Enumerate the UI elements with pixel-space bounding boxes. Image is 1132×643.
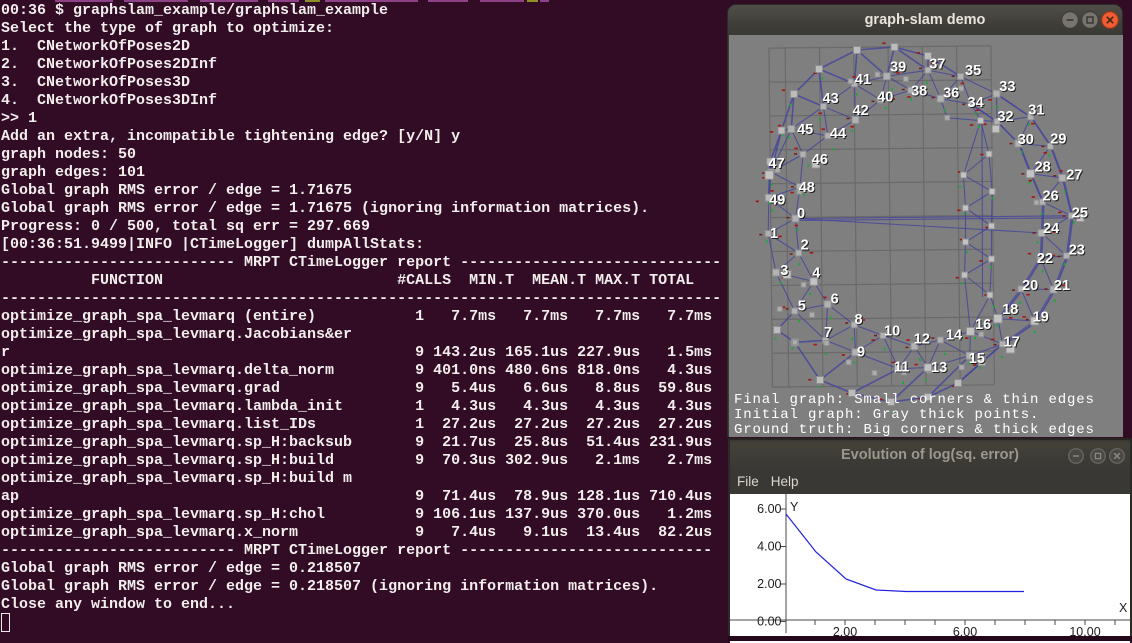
svg-text:Final graph: Small corners & t: Final graph: Small corners & thin edges (734, 392, 1095, 408)
svg-text:12: 12 (914, 331, 930, 347)
svg-text:Initial graph: Gray thick poin: Initial graph: Gray thick points. (734, 407, 1039, 423)
svg-text:5: 5 (798, 299, 806, 315)
svg-text:45: 45 (797, 122, 813, 138)
svg-text:6: 6 (831, 291, 839, 307)
svg-text:29: 29 (1050, 132, 1066, 148)
svg-text:Y: Y (790, 500, 799, 514)
svg-text:27: 27 (1066, 167, 1082, 183)
svg-text:35: 35 (965, 63, 981, 79)
svg-text:17: 17 (1004, 334, 1020, 350)
svg-text:9: 9 (857, 345, 865, 361)
svg-text:13: 13 (931, 360, 947, 376)
svg-text:6.00: 6.00 (757, 502, 781, 516)
svg-text:37: 37 (929, 57, 945, 73)
svg-text:10: 10 (884, 323, 900, 339)
svg-text:3: 3 (780, 263, 788, 279)
svg-text:Ground truth: Big corners & th: Ground truth: Big corners & thick edges (734, 422, 1095, 437)
svg-text:24: 24 (1043, 221, 1059, 237)
svg-text:1: 1 (770, 226, 778, 242)
svg-text:42: 42 (853, 103, 869, 119)
svg-text:14: 14 (946, 328, 962, 344)
svg-text:4.00: 4.00 (757, 540, 781, 554)
svg-text:20: 20 (1022, 278, 1038, 294)
svg-text:26: 26 (1043, 189, 1059, 205)
svg-text:2.00: 2.00 (757, 577, 781, 591)
svg-text:2: 2 (801, 237, 809, 253)
svg-text:18: 18 (1002, 302, 1018, 318)
svg-text:16: 16 (975, 317, 991, 333)
svg-text:11: 11 (894, 359, 909, 375)
svg-text:40: 40 (877, 90, 893, 106)
svg-text:49: 49 (769, 192, 785, 208)
svg-text:36: 36 (943, 85, 959, 101)
svg-text:15: 15 (969, 351, 985, 367)
svg-text:39: 39 (890, 60, 906, 76)
svg-text:8: 8 (855, 312, 863, 328)
svg-text:33: 33 (999, 79, 1015, 95)
svg-text:47: 47 (768, 156, 784, 172)
svg-text:48: 48 (799, 180, 815, 196)
svg-text:22: 22 (1037, 251, 1053, 267)
svg-text:21: 21 (1054, 278, 1070, 294)
svg-text:28: 28 (1035, 160, 1051, 176)
svg-text:0.00: 0.00 (757, 615, 781, 629)
svg-text:31: 31 (1028, 103, 1044, 119)
svg-text:X: X (1119, 601, 1128, 615)
svg-text:4: 4 (812, 266, 820, 282)
svg-text:32: 32 (997, 109, 1013, 125)
svg-text:44: 44 (830, 126, 846, 142)
svg-text:43: 43 (823, 91, 839, 107)
svg-text:25: 25 (1072, 206, 1088, 222)
svg-text:38: 38 (911, 84, 927, 100)
svg-text:19: 19 (1033, 310, 1049, 326)
svg-text:0: 0 (797, 206, 805, 222)
svg-text:41: 41 (855, 72, 871, 88)
svg-text:7: 7 (824, 325, 832, 341)
svg-text:46: 46 (812, 152, 828, 168)
svg-text:23: 23 (1069, 242, 1085, 258)
svg-text:30: 30 (1018, 132, 1034, 148)
svg-text:34: 34 (968, 95, 984, 111)
